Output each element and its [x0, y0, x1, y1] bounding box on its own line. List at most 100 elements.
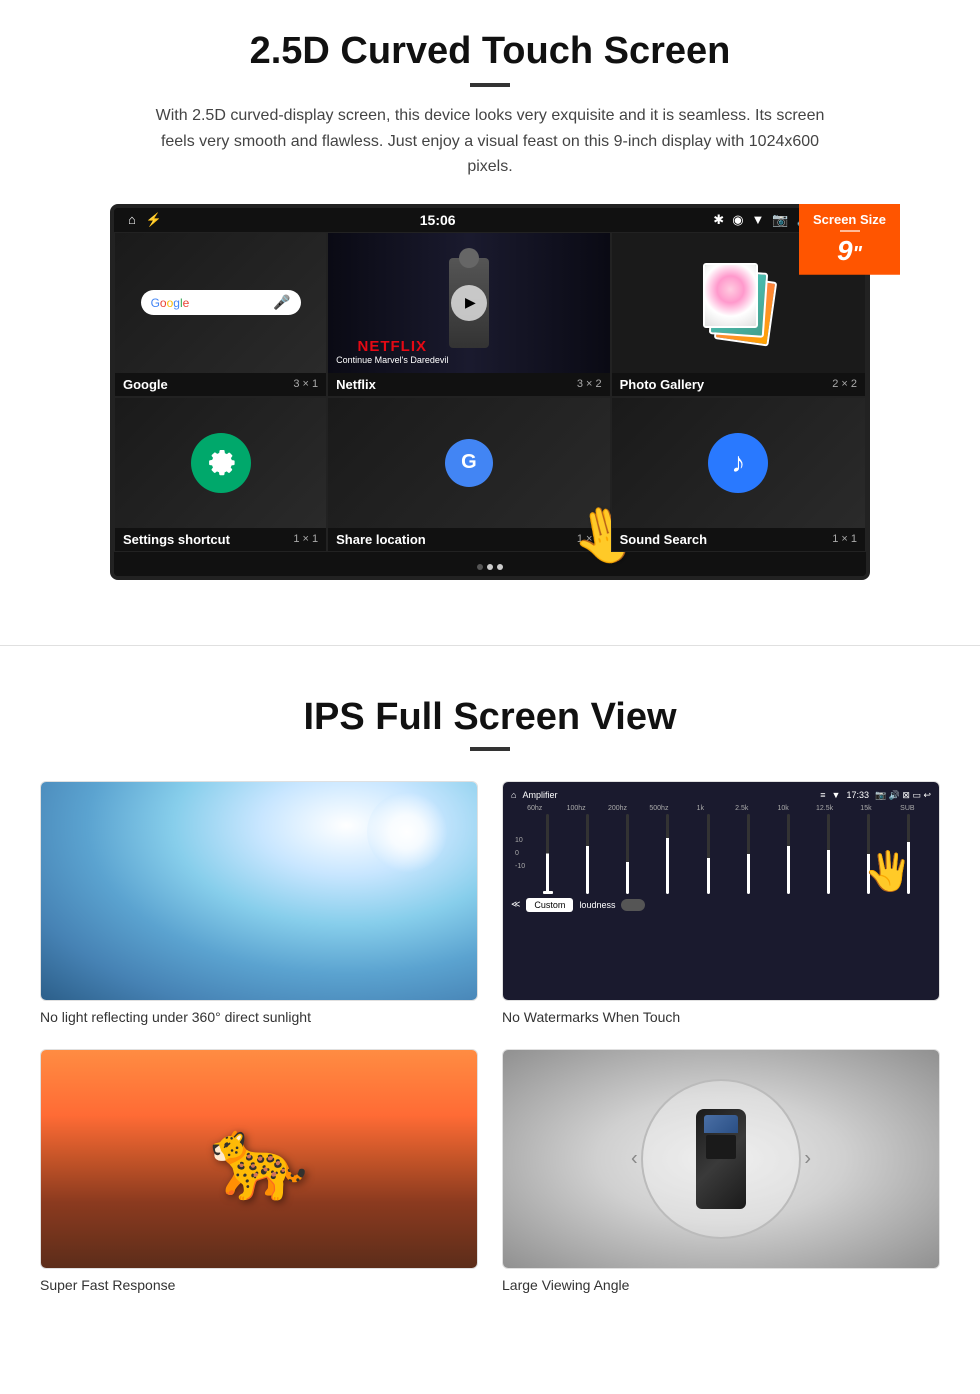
amp-title: Amplifier [522, 790, 557, 800]
settings-icon-circle [191, 433, 251, 493]
amp-signal-icon: ▼ [832, 790, 841, 800]
feature-grid: No light reflecting under 360° direct su… [40, 781, 940, 1293]
car-top-view [696, 1109, 746, 1209]
feature-car: ‹ › Large Viewing Angle [502, 1049, 940, 1293]
dot-3 [497, 564, 503, 570]
eq-freq-labels: 60hz 100hz 200hz 500hz 1k 2.5k 10k 12.5k… [511, 805, 931, 812]
apps-top-row: Google 🎤 Google 3 × 1 [114, 232, 866, 397]
bluetooth-icon: ✱ [713, 212, 724, 228]
google-app-size: 3 × 1 [293, 378, 318, 390]
app-cell-settings[interactable]: Settings shortcut 1 × 1 [114, 397, 327, 552]
hand-eq-icon: 🖐 [865, 850, 912, 894]
music-icon-circle: ♪ [708, 433, 768, 493]
sunlight-caption: No light reflecting under 360° direct su… [40, 1009, 478, 1025]
section2-divider [470, 747, 510, 751]
cheetah-caption: Super Fast Response [40, 1277, 478, 1293]
share-location-app-name: Share location [336, 532, 426, 547]
dot-1 [477, 564, 483, 570]
google-app-name: Google [123, 377, 168, 392]
page-dot-indicator [114, 558, 866, 576]
amp-time: 17:33 [846, 790, 869, 800]
amplifier-image: ⌂ Amplifier ≡ ▼ 17:33 📷 🔊 ⊠ ▭ ↩ 60hz 100… [502, 781, 940, 1001]
maps-g-icon: G [445, 439, 493, 487]
gear-icon [203, 445, 239, 481]
gallery-label-row: Photo Gallery 2 × 2 [612, 373, 865, 396]
home-icon: ⌂ [128, 212, 136, 227]
app-cell-netflix[interactable]: ▶ NETFLIX Continue Marvel's Daredevil Ne… [327, 232, 611, 397]
netflix-label-row: Netflix 3 × 2 [328, 373, 610, 396]
settings-label-row: Settings shortcut 1 × 1 [115, 528, 326, 551]
sound-search-app-size: 1 × 1 [832, 533, 857, 545]
car-view-container: ‹ › [631, 1069, 811, 1249]
arrow-right-icon: › [804, 1147, 811, 1170]
netflix-app-size: 3 × 2 [577, 378, 602, 390]
sound-search-app-name: Sound Search [620, 532, 707, 547]
badge-size: 9" [813, 235, 886, 267]
section2-title: IPS Full Screen View [40, 696, 940, 739]
amp-header: ⌂ Amplifier ≡ ▼ 17:33 📷 🔊 ⊠ ▭ ↩ [511, 790, 931, 801]
share-location-label-row: Share location 1 × 1 [328, 528, 610, 551]
netflix-logo: NETFLIX [336, 338, 448, 355]
camera-icon: 📷 [772, 212, 788, 228]
section-ips: IPS Full Screen View No light reflecting… [0, 686, 980, 1323]
flower-photo [705, 265, 756, 326]
loudness-label: loudness [579, 900, 615, 910]
netflix-subtitle: Continue Marvel's Daredevil [336, 355, 448, 365]
app-cell-sound-search[interactable]: ♪ Sound Search 1 × 1 [611, 397, 866, 552]
badge-label: Screen Size [813, 212, 886, 227]
settings-app-name: Settings shortcut [123, 532, 230, 547]
status-bar: ⌂ ⚡ 15:06 ✱ ◉ ▼ 📷 🔊 ⊠ ▭ [114, 208, 866, 232]
netflix-play-btn[interactable]: ▶ [451, 285, 487, 321]
netflix-app-name: Netflix [336, 377, 376, 392]
amp-menu-icon: ≡ [820, 790, 825, 800]
eq-side-labels: 100-10 [511, 814, 931, 894]
device-screen: ⌂ ⚡ 15:06 ✱ ◉ ▼ 📷 🔊 ⊠ ▭ [110, 204, 870, 580]
cheetah-icon: 🐆 [209, 1112, 309, 1206]
feature-amplifier: ⌂ Amplifier ≡ ▼ 17:33 📷 🔊 ⊠ ▭ ↩ 60hz 100… [502, 781, 940, 1025]
badge-divider [840, 230, 860, 232]
amp-home-icon: ⌂ [511, 790, 516, 800]
feature-cheetah: 🐆 Super Fast Response [40, 1049, 478, 1293]
wifi-icon: ▼ [752, 212, 765, 227]
device-mockup: Screen Size 9" ⌂ ⚡ 15:06 ✱ ◉ ▼ 📷 🔊 [90, 204, 890, 580]
title-divider [470, 83, 510, 87]
car-image: ‹ › [502, 1049, 940, 1269]
netflix-info: NETFLIX Continue Marvel's Daredevil [336, 338, 448, 365]
sound-search-label-row: Sound Search 1 × 1 [612, 528, 865, 551]
status-time: 15:06 [420, 212, 456, 228]
usb-icon: ⚡ [146, 212, 162, 228]
section1-description: With 2.5D curved-display screen, this de… [140, 103, 840, 180]
google-mic-icon: 🎤 [273, 294, 290, 311]
google-search-bar[interactable]: Google 🎤 [141, 290, 301, 315]
status-bar-left: ⌂ ⚡ [128, 212, 162, 228]
screen-size-badge: Screen Size 9" [799, 204, 900, 275]
cheetah-bg: 🐆 [41, 1050, 477, 1268]
gallery-app-name: Photo Gallery [620, 377, 705, 392]
amp-icons: 📷 🔊 ⊠ ▭ ↩ [875, 790, 931, 801]
app-cell-share-location[interactable]: G 🤚 Share location 1 × 1 [327, 397, 611, 552]
cheetah-image: 🐆 [40, 1049, 478, 1269]
amp-nav-icon: ≪ [511, 899, 520, 910]
custom-btn: Custom [526, 898, 573, 912]
sunlight-image [40, 781, 478, 1001]
car-caption: Large Viewing Angle [502, 1277, 940, 1293]
gallery-app-size: 2 × 2 [832, 378, 857, 390]
page-divider [0, 645, 980, 646]
arrow-left-icon: ‹ [631, 1147, 638, 1170]
settings-app-size: 1 × 1 [293, 533, 318, 545]
toggle-btn[interactable] [621, 899, 645, 911]
amplifier-caption: No Watermarks When Touch [502, 1009, 940, 1025]
app-cell-google[interactable]: Google 🎤 Google 3 × 1 [114, 232, 327, 397]
feature-sunlight: No light reflecting under 360° direct su… [40, 781, 478, 1025]
car-bg: ‹ › [503, 1050, 939, 1268]
sunlight-bg [41, 782, 477, 1000]
section1-title: 2.5D Curved Touch Screen [60, 30, 920, 73]
stacked-photos [703, 263, 773, 343]
eq-bars-container: 🖐 [529, 814, 927, 894]
section-curved-touch: 2.5D Curved Touch Screen With 2.5D curve… [0, 0, 980, 605]
amplifier-bg: ⌂ Amplifier ≡ ▼ 17:33 📷 🔊 ⊠ ▭ ↩ 60hz 100… [503, 782, 939, 1000]
amp-footer: ≪ Custom loudness [511, 898, 931, 912]
google-logo: Google [151, 296, 190, 310]
apps-bottom-row: Settings shortcut 1 × 1 G 🤚 [114, 397, 866, 552]
google-label-row: Google 3 × 1 [115, 373, 326, 396]
